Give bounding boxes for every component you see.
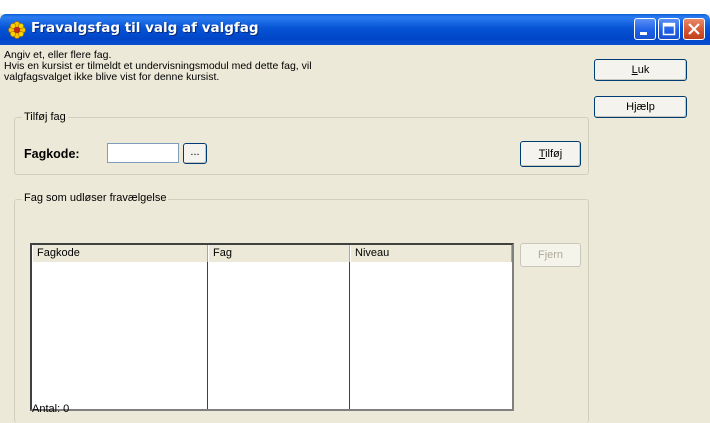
column-fagkode[interactable]: Fagkode [32, 245, 208, 262]
fagkode-input[interactable] [107, 143, 179, 163]
minimize-button[interactable] [634, 18, 656, 40]
list-header: Fagkode Fag Niveau [32, 245, 512, 262]
browse-button[interactable]: ... [183, 143, 207, 164]
close-icon [688, 23, 700, 35]
maximize-button[interactable] [658, 18, 680, 40]
count-label: Antal: 0 [32, 403, 70, 415]
subjects-list[interactable]: Fagkode Fag Niveau [30, 243, 514, 411]
minimize-icon [640, 32, 647, 35]
description-text: Angiv et, eller flere fag. Hvis en kursi… [4, 50, 584, 83]
remove-button[interactable]: Fjern [520, 243, 581, 267]
add-subject-legend: Tilføj fag [22, 111, 68, 123]
close-window-button[interactable] [683, 18, 705, 40]
title-bar[interactable]: Fravalgsfag til valg af valgfag [0, 14, 710, 45]
description-line: valgfagsvalget ikke blive vist for denne… [4, 71, 220, 83]
window-title: Fravalgsfag til valg af valgfag [31, 20, 259, 36]
trigger-subjects-legend: Fag som udløser fravælgelse [22, 192, 169, 204]
close-button[interactable]: Luk [594, 59, 687, 81]
dialog-window: Fravalgsfag til valg af valgfag Angiv et… [0, 14, 710, 423]
add-button[interactable]: Tilføj [520, 141, 581, 167]
add-subject-group [14, 117, 589, 175]
fagkode-label: Fagkode: [24, 147, 80, 161]
help-button[interactable]: Hjælp [594, 96, 687, 118]
maximize-icon [662, 22, 676, 36]
column-divider [349, 262, 350, 409]
flower-app-icon [8, 21, 26, 39]
column-fag[interactable]: Fag [208, 245, 350, 262]
column-niveau[interactable]: Niveau [350, 245, 512, 262]
column-divider [207, 262, 208, 409]
